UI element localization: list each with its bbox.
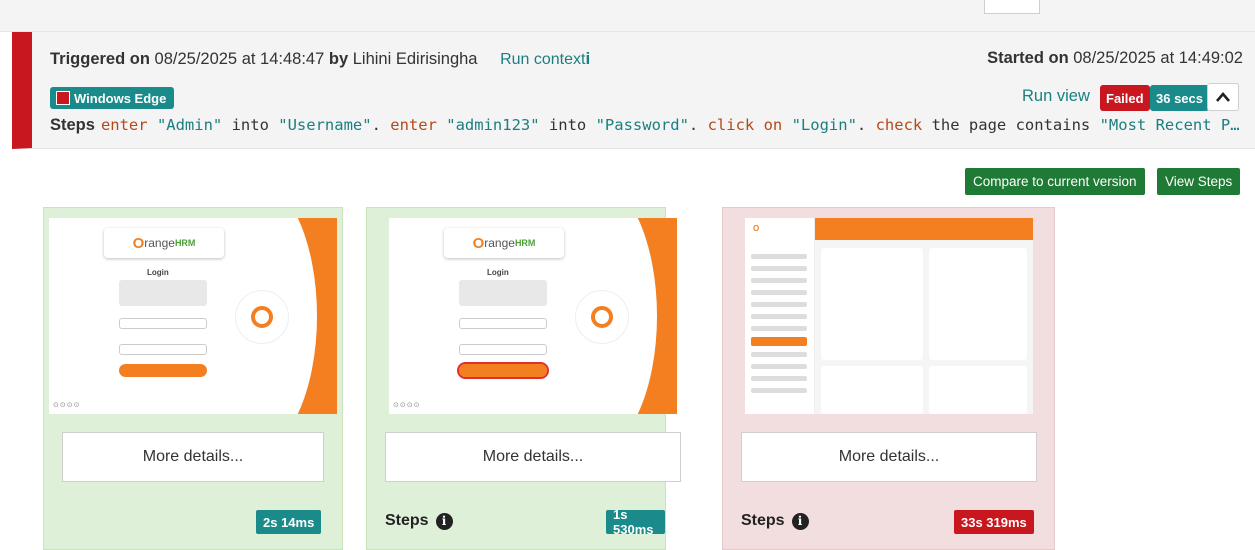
steps-token: "Username" <box>278 116 372 134</box>
top-strip <box>0 0 1255 32</box>
run-header: Triggered on 08/25/2025 at 14:48:47 by L… <box>12 32 1255 149</box>
environment-badge: Windows Edge <box>50 87 175 109</box>
run-view-link[interactable]: Run view <box>1022 87 1090 106</box>
step-screenshot[interactable]: Orange HRM Login ⊙⊙⊙⊙ <box>389 218 677 414</box>
compare-version-button[interactable]: Compare to current version <box>965 168 1145 195</box>
orangehrm-logo: Orange HRM <box>444 228 564 258</box>
steps-token: . <box>856 116 876 134</box>
social-icons: ⊙⊙⊙⊙ <box>393 402 421 409</box>
steps-summary: Steps enter "Admin" into "Username". ente… <box>50 116 1240 135</box>
steps-token: enter <box>390 116 447 134</box>
started-date: 08/25/2025 at 14:49:02 <box>1073 49 1243 67</box>
info-icon[interactable]: i <box>791 512 809 530</box>
steps-info[interactable]: Steps i <box>741 512 809 530</box>
steps-info[interactable]: Steps i <box>385 512 453 530</box>
started-info: Started on 08/25/2025 at 14:49:02 <box>987 49 1243 68</box>
steps-token: . <box>371 116 391 134</box>
triggered-label: Triggered on <box>50 50 150 68</box>
steps-label: Steps <box>385 512 429 529</box>
orangehrm-logo: Orange HRM <box>104 228 224 258</box>
steps-label: Steps <box>741 512 785 529</box>
status-badge: Failed <box>1100 85 1150 111</box>
view-steps-button[interactable]: View Steps <box>1157 168 1241 195</box>
more-details-button[interactable]: More details... <box>741 432 1037 482</box>
steps-summary-text: enter "Admin" into "Username". enter "ad… <box>101 116 1240 134</box>
social-icons: ⊙⊙⊙⊙ <box>53 402 81 409</box>
steps-token: into <box>222 116 279 134</box>
step-duration-badge: 2s 14ms <box>256 510 322 534</box>
step-screenshot[interactable]: Orange HRM Login ⊙⊙⊙⊙ <box>49 218 337 414</box>
triggered-date: 08/25/2025 at 14:48:47 <box>154 50 325 68</box>
step-card: Orange HRM Login ⊙⊙⊙⊙ More details... 2s … <box>43 207 343 550</box>
steps-token: enter <box>100 116 157 134</box>
more-details-button[interactable]: More details... <box>385 432 681 482</box>
steps-token: "admin123" <box>446 116 540 134</box>
more-details-button[interactable]: More details... <box>62 432 324 482</box>
collapse-button[interactable] <box>1207 83 1239 111</box>
started-label: Started on <box>987 49 1069 67</box>
duration-badge: 36 secs <box>1150 85 1209 111</box>
environment-label: Windows Edge <box>74 90 167 106</box>
steps-token: "Password" <box>595 116 689 134</box>
steps-token: the page contains <box>931 116 1100 134</box>
steps-token: "Admin" <box>156 116 223 134</box>
top-control[interactable] <box>984 0 1040 14</box>
chevron-up-icon <box>1216 92 1230 102</box>
triggered-user: Lihini Edirisingha <box>352 50 478 68</box>
step-screenshot[interactable]: O <box>745 218 1033 414</box>
steps-token: click on <box>707 116 792 134</box>
step-card: O More details... Steps i 33s 319ms <box>722 207 1055 550</box>
browser-status-icon <box>56 91 70 105</box>
login-title: Login <box>487 268 509 277</box>
steps-token: "Login" <box>791 116 857 134</box>
run-context-info-icon[interactable]: i <box>585 49 590 68</box>
steps-summary-label: Steps <box>50 116 95 134</box>
login-title: Login <box>147 268 169 277</box>
step-duration-badge: 1s 530ms <box>606 507 665 537</box>
info-icon[interactable]: i <box>435 512 453 530</box>
by-label: by <box>328 50 349 68</box>
run-context-link[interactable]: Run context <box>500 51 585 68</box>
step-duration-badge: 33s 319ms <box>954 510 1034 534</box>
step-card: Orange HRM Login ⊙⊙⊙⊙ More details... Ste… <box>366 207 681 550</box>
steps-token: check <box>875 116 932 134</box>
triggered-info: Triggered on 08/25/2025 at 14:48:47 by L… <box>50 49 590 69</box>
steps-token: "Most Recent P… <box>1099 116 1240 134</box>
steps-token: . <box>688 116 708 134</box>
steps-token: into <box>539 116 596 134</box>
